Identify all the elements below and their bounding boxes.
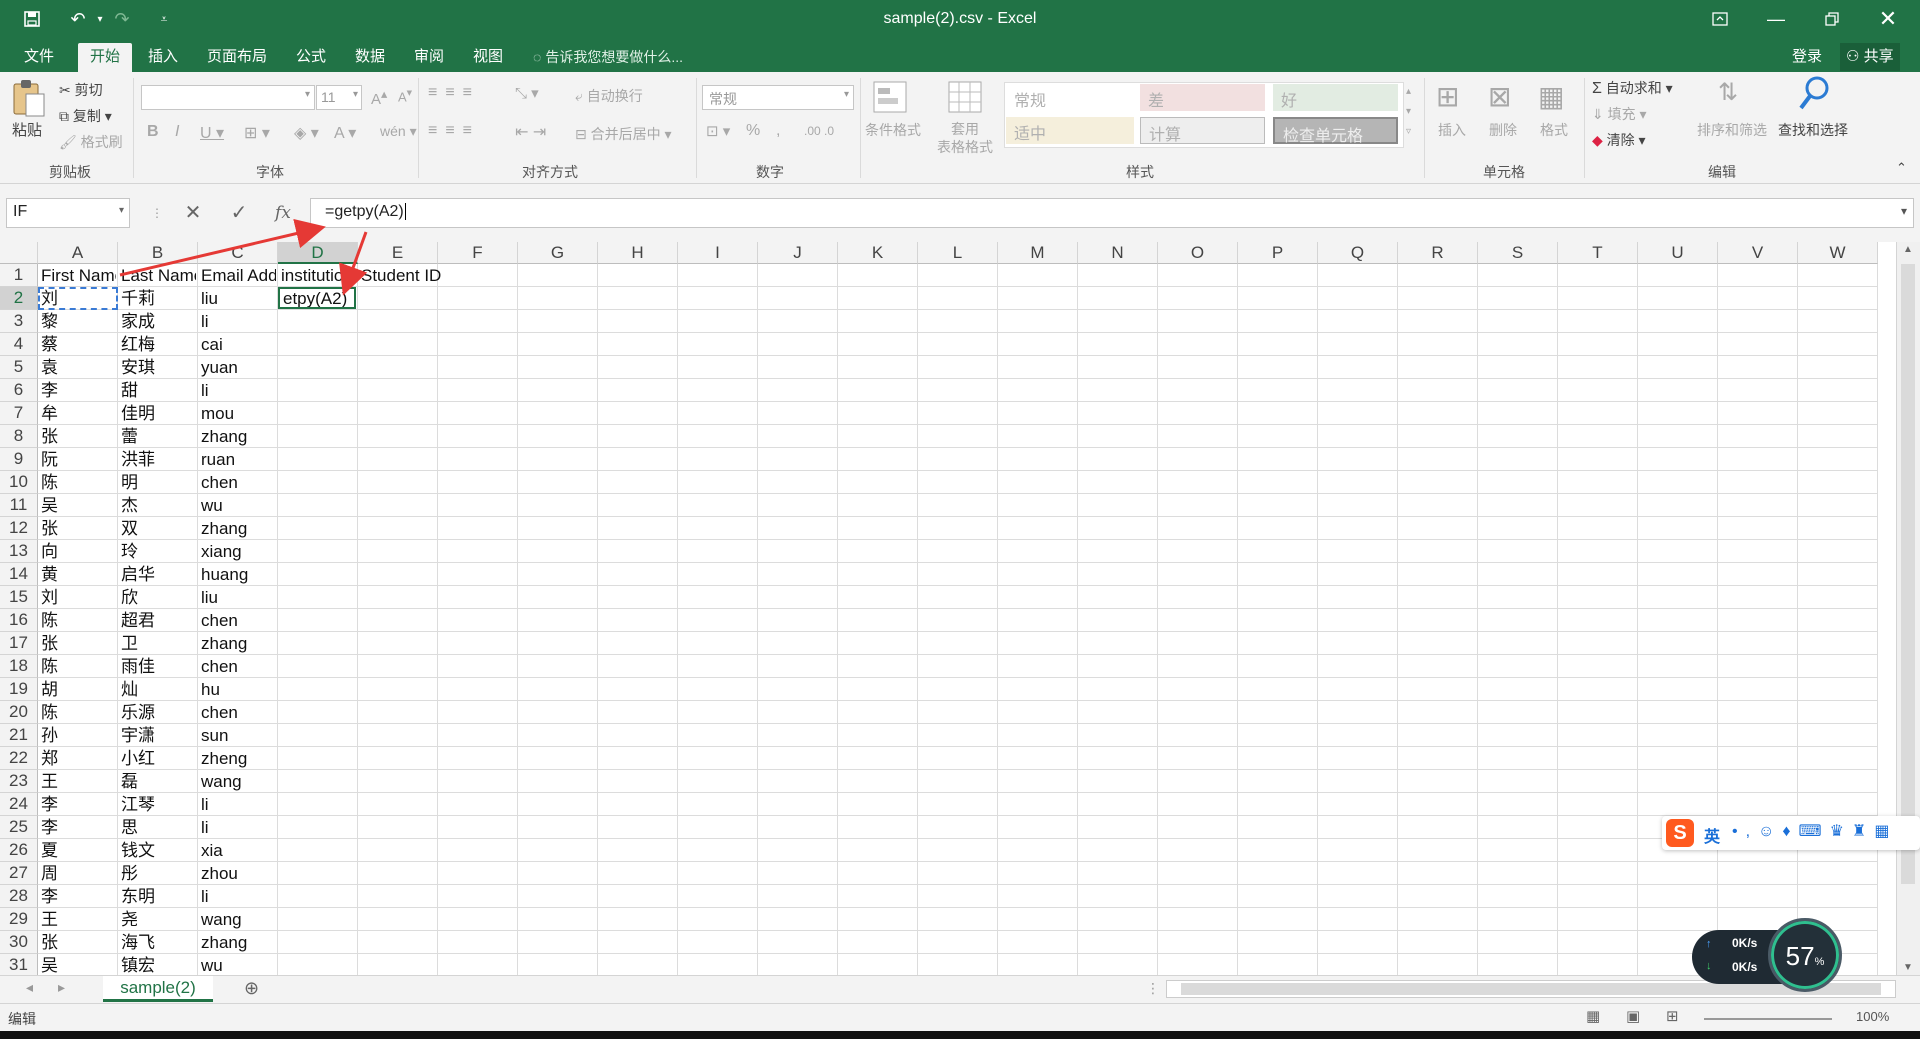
excel-window: ↶ ▾ ↷ ⩡ sample(2).csv - Excel — ✕ 文件 开始 … [0, 0, 1920, 1039]
annotation-arrows [119, 218, 368, 296]
annotation-arrow [339, 231, 368, 296]
annotation-arrow [119, 218, 326, 277]
